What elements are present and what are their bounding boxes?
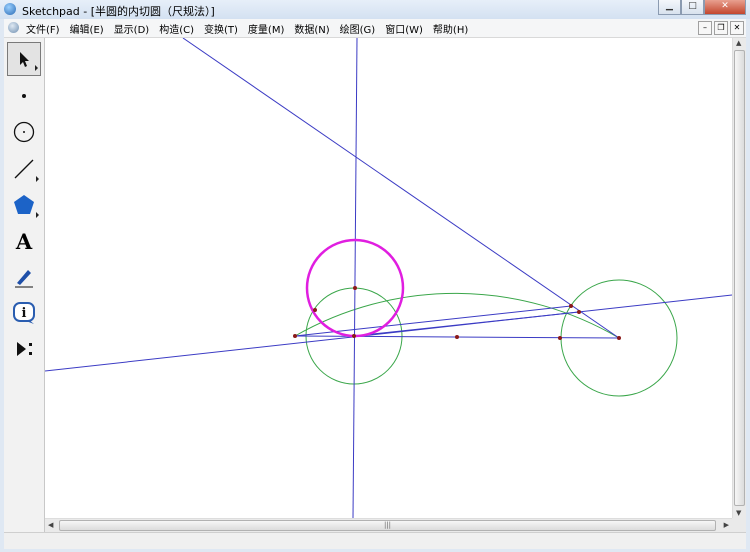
submenu-arrow-icon <box>35 65 38 71</box>
menu-construct[interactable]: 构造(C) <box>159 21 194 36</box>
menu-data[interactable]: 数据(N) <box>294 21 329 36</box>
straightedge-icon <box>14 159 34 179</box>
point <box>569 304 573 308</box>
doc-restore-icon[interactable]: ❐ <box>714 21 728 35</box>
doc-close-icon[interactable]: ✕ <box>730 21 744 35</box>
arrow-select-icon <box>20 52 29 67</box>
arrow-select-tool[interactable] <box>7 42 41 76</box>
menu-items: 文件(F) 编辑(E) 显示(D) 构造(C) 变换(T) 度量(M) 数据(N… <box>26 21 478 36</box>
menu-measure[interactable]: 度量(M) <box>248 21 284 36</box>
status-bar <box>4 532 746 549</box>
close-icon[interactable]: ✕ <box>704 0 746 15</box>
minimize-icon[interactable]: ▁ <box>658 0 681 15</box>
custom-tool[interactable] <box>7 332 41 366</box>
scroll-up-icon[interactable]: ▲ <box>736 39 741 47</box>
semicircle-arc <box>294 292 620 339</box>
menu-window[interactable]: 窗口(W) <box>385 21 423 36</box>
point <box>558 336 562 340</box>
point <box>313 308 317 312</box>
submenu-arrow-icon <box>36 212 39 218</box>
title-bar: Sketchpad - [半圆的内切圆（尺规法）] ▁ □ ✕ <box>0 0 750 19</box>
straightedge-tool[interactable] <box>7 152 41 186</box>
information-icon: i <box>13 302 35 324</box>
point-tool[interactable] <box>7 79 41 113</box>
sketchpad-app-icon[interactable] <box>4 3 16 15</box>
menu-file[interactable]: 文件(F) <box>26 21 60 36</box>
point <box>352 334 356 338</box>
text-tool[interactable]: A <box>7 224 41 258</box>
menu-bar: 文件(F) 编辑(E) 显示(D) 构造(C) 变换(T) 度量(M) 数据(N… <box>4 19 746 38</box>
construction-drawing <box>44 37 733 519</box>
compass-tool[interactable] <box>7 115 41 149</box>
scroll-corner <box>732 518 746 532</box>
point-icon <box>22 94 26 98</box>
toolbox: A i <box>4 38 45 532</box>
text-icon: A <box>15 228 33 254</box>
marker-icon <box>15 270 33 288</box>
information-tool[interactable]: i <box>7 296 41 330</box>
window-controls: ▁ □ ✕ <box>658 0 746 15</box>
custom-tool-icon <box>17 342 32 356</box>
document-icon[interactable] <box>8 22 19 33</box>
menu-graph[interactable]: 绘图(G) <box>340 21 376 36</box>
maximize-icon[interactable]: □ <box>681 0 704 15</box>
polygon-icon <box>14 195 34 214</box>
point <box>577 310 581 314</box>
vertical-line <box>352 37 358 519</box>
document-controls: – ❐ ✕ <box>696 21 744 35</box>
vertical-scroll-thumb[interactable] <box>734 50 745 506</box>
svg-text:i: i <box>22 306 27 321</box>
diagonal-line <box>182 37 620 339</box>
menu-help[interactable]: 帮助(H) <box>433 21 468 36</box>
point <box>617 336 621 340</box>
doc-minimize-icon[interactable]: – <box>698 21 712 35</box>
polygon-tool[interactable] <box>7 188 41 222</box>
submenu-arrow-icon <box>36 176 39 182</box>
vertical-scrollbar[interactable]: ▲ ▼ <box>732 38 746 518</box>
marker-tool[interactable] <box>7 260 41 294</box>
point <box>353 286 357 290</box>
menu-display[interactable]: 显示(D) <box>114 21 150 36</box>
menu-transform[interactable]: 变换(T) <box>204 21 238 36</box>
scroll-grip-icon: ||| <box>383 521 392 529</box>
scroll-left-icon[interactable]: ◀ <box>48 521 53 529</box>
scroll-down-icon[interactable]: ▼ <box>736 509 741 517</box>
compass-icon <box>13 121 35 143</box>
long-sloped-line <box>44 294 733 372</box>
point <box>293 334 297 338</box>
sketch-canvas[interactable] <box>44 37 733 519</box>
scroll-right-icon[interactable]: ▶ <box>724 521 729 529</box>
horizontal-scrollbar[interactable]: ◀ ||| ▶ <box>45 518 732 532</box>
window-title: Sketchpad - [半圆的内切圆（尺规法）] <box>22 5 215 18</box>
point <box>455 335 459 339</box>
horizontal-scroll-thumb[interactable]: ||| <box>59 520 716 531</box>
menu-edit[interactable]: 编辑(E) <box>70 21 104 36</box>
